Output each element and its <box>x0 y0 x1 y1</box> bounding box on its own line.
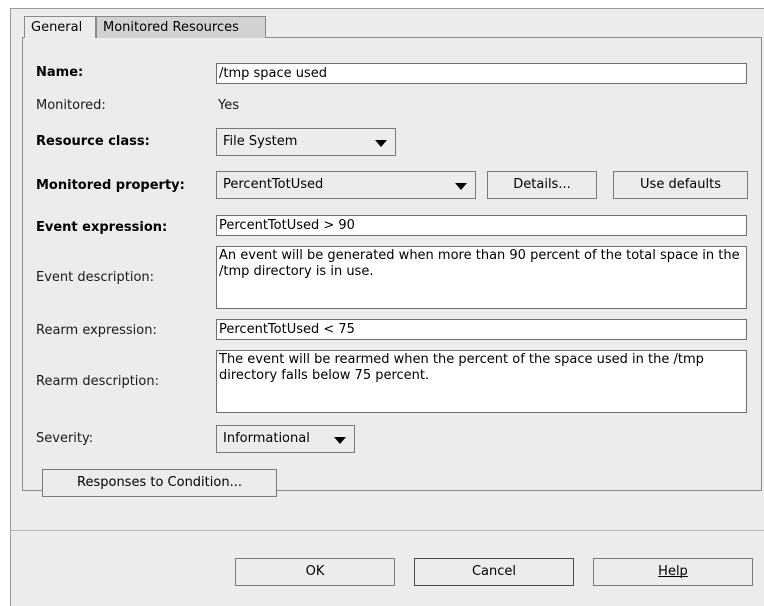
cancel-button[interactable]: Cancel <box>414 558 574 586</box>
details-button[interactable]: Details... <box>487 171 597 199</box>
monitored-value: Yes <box>218 98 239 113</box>
resource-class-label: Resource class: <box>36 134 150 149</box>
resource-class-select[interactable]: File System <box>216 128 396 156</box>
event-description-label: Event description: <box>36 270 155 285</box>
monitored-property-label: Monitored property: <box>36 178 185 193</box>
chevron-down-icon <box>334 437 346 444</box>
severity-label: Severity: <box>36 431 94 446</box>
monitored-property-select[interactable]: PercentTotUsed <box>216 171 476 199</box>
responses-to-condition-button[interactable]: Responses to Condition... <box>42 469 277 497</box>
tab-general[interactable]: General <box>24 16 96 38</box>
resource-class-value: File System <box>223 134 298 149</box>
footer-divider <box>10 530 764 531</box>
event-description-textarea[interactable]: An event will be generated when more tha… <box>216 246 747 309</box>
rearm-expression-label: Rearm expression: <box>36 323 157 338</box>
ok-button[interactable]: OK <box>235 558 395 586</box>
help-button[interactable]: Help <box>593 558 753 586</box>
event-expression-field[interactable]: PercentTotUsed > 90 <box>216 215 747 236</box>
event-expression-label: Event expression: <box>36 220 168 235</box>
rearm-description-textarea[interactable]: The event will be rearmed when the perce… <box>216 350 747 413</box>
monitored-label: Monitored: <box>36 98 106 113</box>
severity-value: Informational <box>223 431 310 446</box>
monitored-property-value: PercentTotUsed <box>223 177 324 192</box>
rearm-description-label: Rearm description: <box>36 374 159 389</box>
name-label: Name: <box>36 65 84 80</box>
tab-monitored-resources[interactable]: Monitored Resources <box>96 16 266 38</box>
chevron-down-icon <box>375 140 387 147</box>
rearm-expression-field[interactable]: PercentTotUsed < 75 <box>216 319 747 340</box>
use-defaults-button[interactable]: Use defaults <box>613 171 748 199</box>
severity-select[interactable]: Informational <box>216 425 355 453</box>
name-field[interactable]: /tmp space used <box>216 63 747 84</box>
chevron-down-icon <box>455 183 467 190</box>
